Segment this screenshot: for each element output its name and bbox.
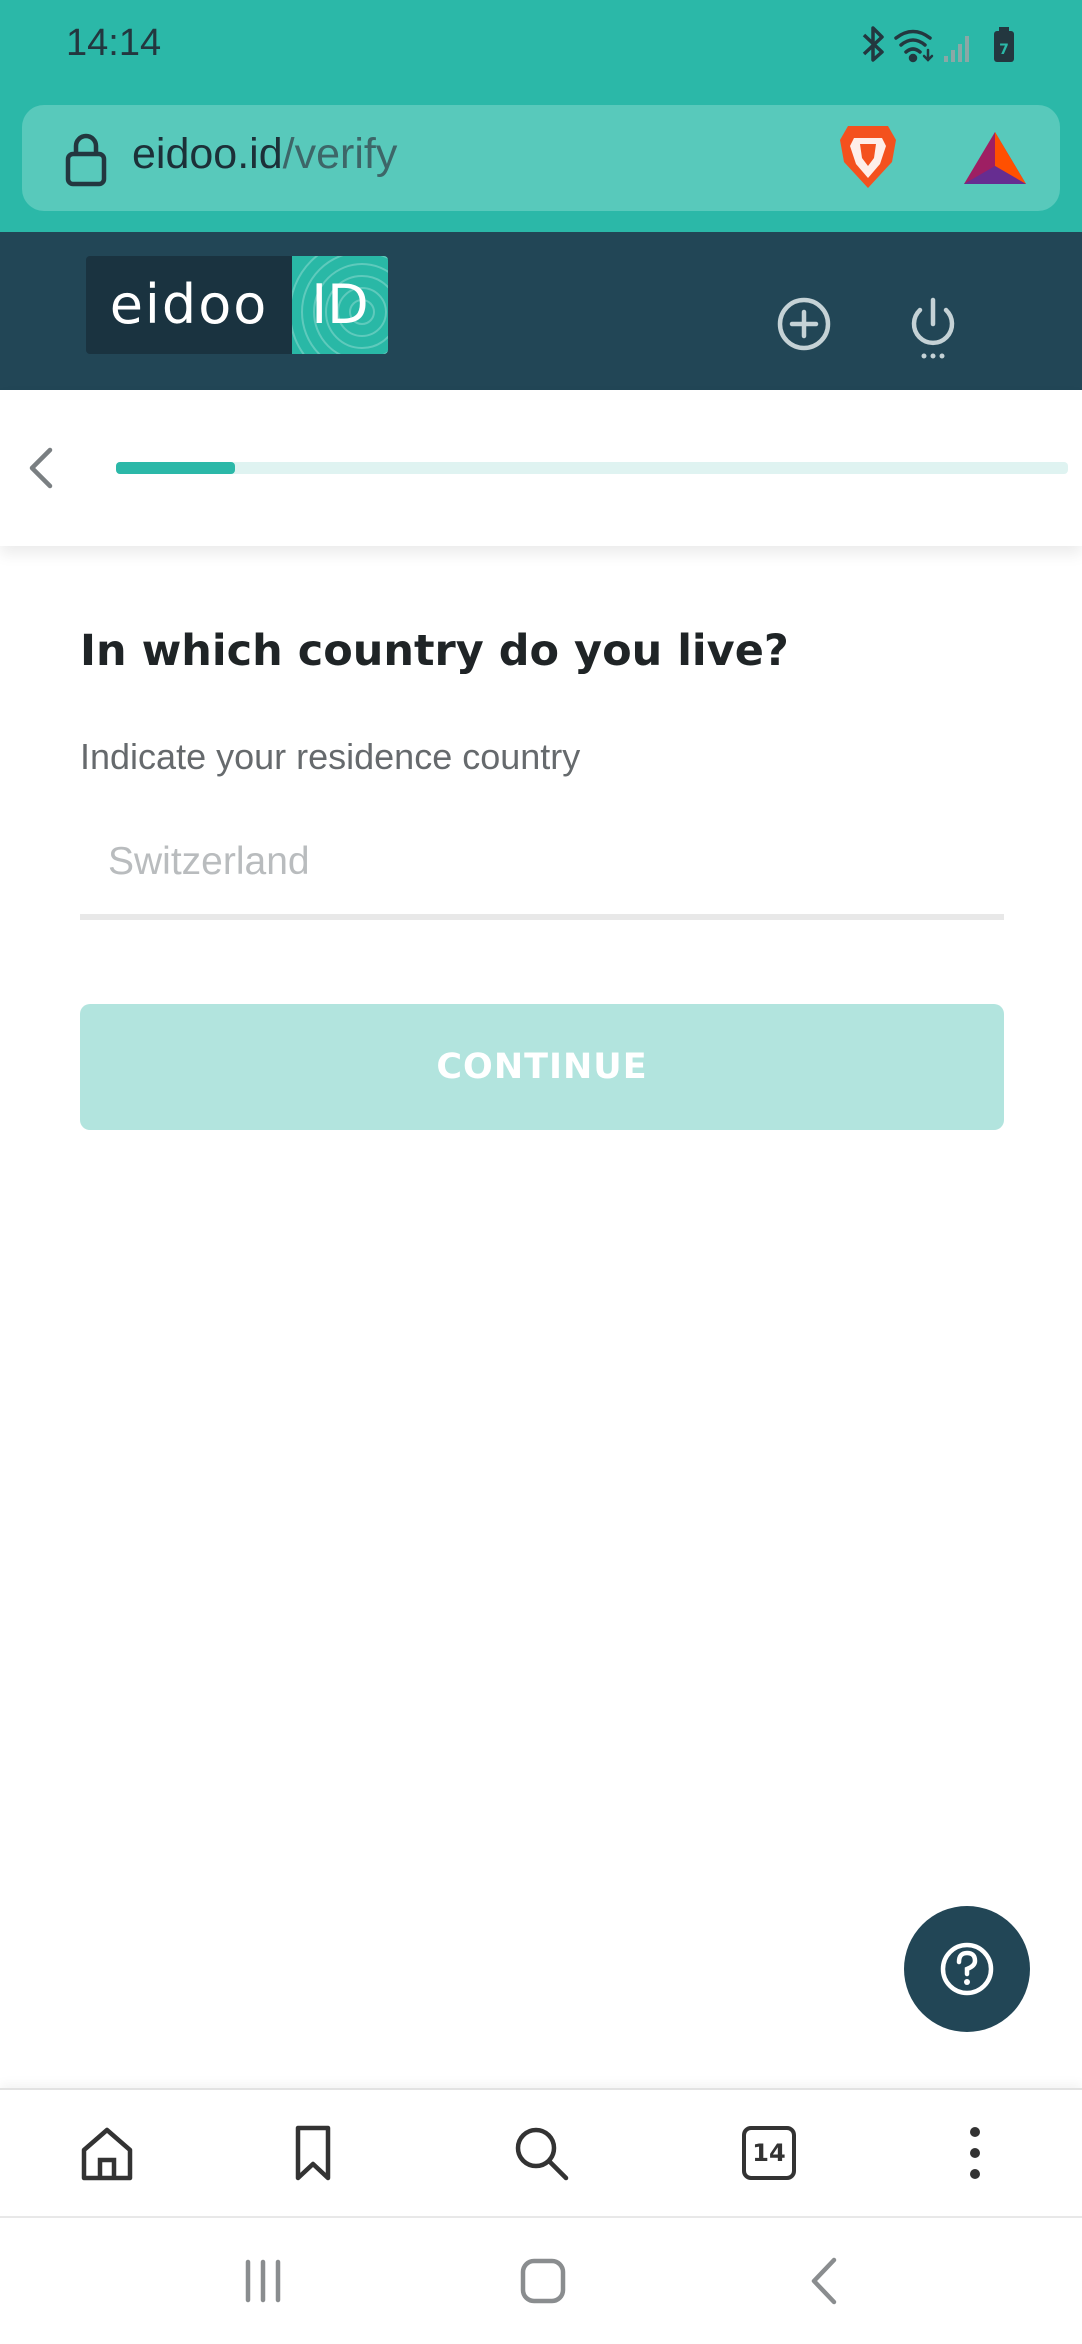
question-heading: In which country do you live?: [80, 626, 789, 676]
bat-rewards-icon[interactable]: [962, 128, 1028, 188]
brave-lion-icon[interactable]: [836, 122, 900, 192]
continue-button[interactable]: CONTINUE: [80, 1004, 1004, 1130]
status-time: 14:14: [66, 22, 162, 64]
question-mark-icon: [940, 1942, 994, 1996]
eidoo-id-logo[interactable]: eidoo ID: [86, 256, 388, 354]
progress-fill: [116, 462, 235, 474]
logo-id-box: ID: [292, 256, 388, 354]
signal-icon: [944, 36, 969, 62]
progress-track: [116, 462, 1068, 474]
svg-text:7: 7: [999, 42, 1009, 58]
back-nav-icon[interactable]: [790, 2246, 860, 2316]
more-icon[interactable]: [940, 2118, 1010, 2188]
help-button[interactable]: [904, 1906, 1030, 2032]
recent-apps-icon[interactable]: [228, 2246, 298, 2316]
bluetooth-icon: [862, 26, 884, 62]
url-domain: eidoo.id: [132, 130, 283, 178]
add-circle-icon[interactable]: [776, 296, 832, 352]
url-text[interactable]: eidoo.id/verify: [132, 130, 397, 179]
home-nav-icon[interactable]: [508, 2246, 578, 2316]
country-input[interactable]: [80, 810, 1004, 920]
search-icon[interactable]: [506, 2118, 576, 2188]
back-chevron-icon[interactable]: [22, 444, 62, 492]
field-label: Indicate your residence country: [80, 736, 581, 777]
status-icons: 7: [862, 26, 1014, 63]
battery-icon: 7: [994, 27, 1014, 62]
power-icon[interactable]: [904, 294, 962, 362]
logo-id: ID: [311, 273, 369, 336]
home-icon[interactable]: [72, 2118, 142, 2188]
tabs-icon[interactable]: 14: [742, 2126, 796, 2180]
lock-icon: [65, 133, 107, 187]
logo-word: eidoo: [109, 273, 269, 336]
bookmark-icon[interactable]: [278, 2118, 348, 2188]
url-path: /verify: [282, 130, 398, 178]
wifi-icon: [894, 29, 934, 63]
